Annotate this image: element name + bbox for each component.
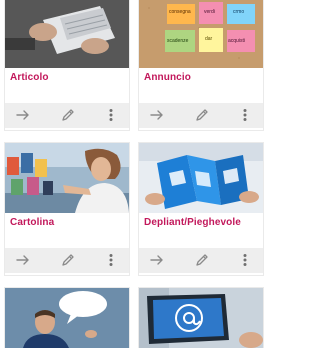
- arrow-right-icon[interactable]: [147, 105, 167, 125]
- more-vertical-icon[interactable]: [101, 250, 121, 270]
- arrow-right-icon[interactable]: [13, 250, 33, 270]
- cartolina-thumbnail: [5, 143, 129, 213]
- card-action-bar: [5, 103, 129, 128]
- arrow-right-icon[interactable]: [147, 250, 167, 270]
- sticky-note-text: verdi: [204, 9, 215, 15]
- card-title: Cartolina: [10, 217, 55, 228]
- pencil-icon[interactable]: [192, 250, 212, 270]
- template-card-email[interactable]: [139, 288, 263, 348]
- pencil-icon[interactable]: [192, 105, 212, 125]
- arrow-right-icon[interactable]: [13, 105, 33, 125]
- depliant-thumbnail: [139, 143, 263, 213]
- card-title: Depliant/Pieghevole: [144, 217, 241, 228]
- sticky-note-text: consegna: [169, 9, 191, 15]
- card-title: Articolo: [10, 72, 49, 83]
- sticky-note-text: dar: [205, 36, 213, 42]
- card-action-bar: [5, 248, 129, 273]
- pencil-icon[interactable]: [58, 250, 78, 270]
- email-thumbnail: [139, 288, 263, 348]
- more-vertical-icon[interactable]: [235, 250, 255, 270]
- template-card-speech[interactable]: [5, 288, 129, 348]
- sticky-note-text: scadenze: [167, 38, 189, 44]
- speech-thumbnail: [5, 288, 129, 348]
- more-vertical-icon[interactable]: [235, 105, 255, 125]
- template-card-depliant[interactable]: Depliant/Pieghevole: [139, 143, 263, 275]
- articolo-thumbnail: [5, 0, 129, 68]
- annuncio-thumbnail: consegna verdi crmo scadenze acquisti da…: [139, 0, 263, 68]
- card-action-bar: [139, 103, 263, 128]
- template-card-annuncio[interactable]: consegna verdi crmo scadenze acquisti da…: [139, 0, 263, 130]
- template-card-articolo[interactable]: Articolo: [5, 0, 129, 130]
- sticky-note-text: crmo: [233, 9, 245, 15]
- card-title: Annuncio: [144, 72, 191, 83]
- sticky-note-text: acquisti: [228, 38, 245, 44]
- pencil-icon[interactable]: [58, 105, 78, 125]
- template-card-cartolina[interactable]: Cartolina: [5, 143, 129, 275]
- card-action-bar: [139, 248, 263, 273]
- more-vertical-icon[interactable]: [101, 105, 121, 125]
